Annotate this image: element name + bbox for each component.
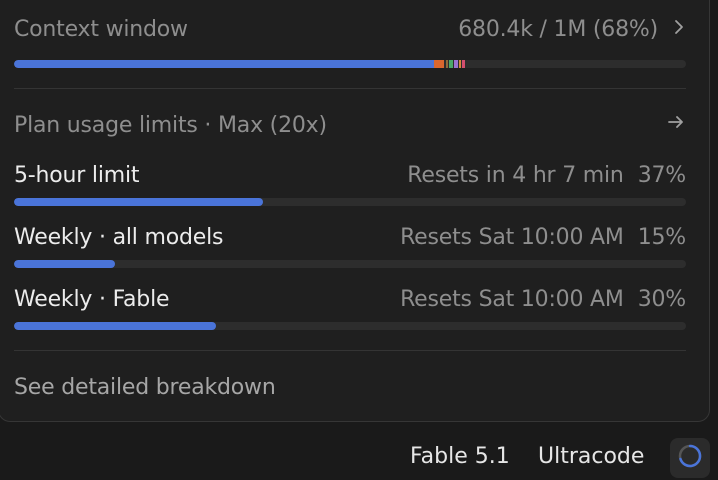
limit-bar-weekly-fable xyxy=(14,322,686,330)
divider xyxy=(14,350,686,351)
context-segment xyxy=(449,60,454,68)
model-selector[interactable]: Fable 5.1 xyxy=(410,444,510,469)
limit-label: Weekly · Fable xyxy=(14,286,170,312)
limit-row-weekly-fable: Weekly · Fable Resets Sat 10:00 AM 30% xyxy=(14,282,686,316)
limit-bar-weekly-all-models xyxy=(14,260,686,268)
arrow-right-icon[interactable] xyxy=(666,112,686,138)
limit-fill xyxy=(14,198,263,206)
limit-percent: 30% xyxy=(637,286,687,312)
limit-fill xyxy=(14,260,115,268)
limit-reset-time: Resets in 4 hr 7 min xyxy=(407,162,624,188)
plan-usage-row[interactable]: Plan usage limits · Max (20x) xyxy=(14,108,686,142)
limit-percent: 15% xyxy=(637,224,687,250)
see-detailed-breakdown-link[interactable]: See detailed breakdown xyxy=(14,375,276,400)
limit-reset-time: Resets Sat 10:00 AM xyxy=(400,224,624,250)
context-window-usage: 680.4k / 1M (68%) xyxy=(458,16,658,42)
context-segment xyxy=(434,60,445,68)
chevron-right-icon[interactable] xyxy=(672,17,686,42)
divider xyxy=(14,88,686,89)
limit-bar-5-hour xyxy=(14,198,686,206)
context-window-fill xyxy=(14,60,434,68)
context-segment xyxy=(458,60,462,68)
context-segment xyxy=(446,60,449,68)
detailed-breakdown-link-row: See detailed breakdown xyxy=(14,370,686,404)
status-footer: Fable 5.1 Ultracode xyxy=(0,432,718,480)
limit-percent: 37% xyxy=(637,162,687,188)
plan-usage-title: Plan usage limits · Max (20x) xyxy=(14,112,327,138)
limit-label: 5-hour limit xyxy=(14,162,140,188)
limit-reset-time: Resets Sat 10:00 AM xyxy=(400,286,624,312)
mode-selector[interactable]: Ultracode xyxy=(538,444,644,469)
context-segment xyxy=(462,60,465,68)
context-window-bar xyxy=(14,60,686,68)
limit-row-weekly-all-models: Weekly · all models Resets Sat 10:00 AM … xyxy=(14,220,686,254)
context-segment xyxy=(454,60,458,68)
limit-row-5-hour: 5-hour limit Resets in 4 hr 7 min 37% xyxy=(14,158,686,192)
limit-label: Weekly · all models xyxy=(14,224,224,250)
spinner-icon xyxy=(677,443,703,473)
status-button[interactable] xyxy=(670,438,710,478)
context-window-row[interactable]: Context window 680.4k / 1M (68%) xyxy=(14,12,686,46)
context-window-title: Context window xyxy=(14,16,188,42)
limit-fill xyxy=(14,322,216,330)
